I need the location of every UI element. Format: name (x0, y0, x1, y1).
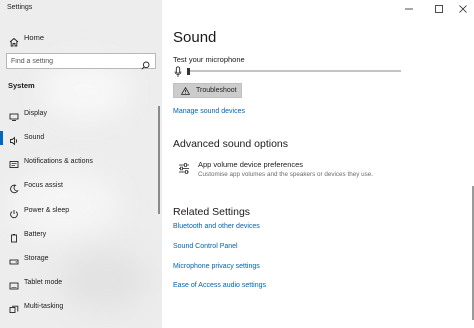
sidebar-item-label: Multi-tasking (24, 303, 64, 310)
sidebar-item-sound[interactable]: Sound (0, 128, 158, 148)
tablet-icon (9, 278, 19, 290)
search-field[interactable] (6, 53, 156, 70)
sidebar-item-battery[interactable]: Battery (0, 225, 158, 245)
mic-level-track (187, 70, 401, 72)
advanced-sound-options-heading: Advanced sound options (173, 138, 289, 150)
power-icon (9, 206, 19, 219)
sidebar-item-multitasking[interactable]: Multi-tasking (0, 297, 158, 317)
related-link-ease-of-access-audio[interactable]: Ease of Access audio settings (173, 282, 266, 289)
microphone-icon (174, 65, 182, 83)
storage-icon (9, 254, 19, 265)
moon-icon (9, 181, 19, 194)
sidebar-item-tablet-mode[interactable]: Tablet mode (0, 273, 158, 293)
display-icon (9, 109, 19, 121)
sidebar-item-label: Home (24, 33, 45, 42)
related-settings-heading: Related Settings (173, 206, 251, 218)
multitasking-icon (9, 302, 19, 313)
manage-sound-devices-link[interactable]: Manage sound devices (173, 108, 245, 115)
sidebar-section-label: System (8, 81, 35, 90)
sliders-icon (178, 161, 190, 179)
speaker-icon (9, 133, 19, 146)
warning-icon (180, 86, 191, 97)
related-link-sound-control-panel[interactable]: Sound Control Panel (173, 243, 238, 250)
mic-test-label: Test your microphone (173, 55, 245, 64)
home-icon (9, 34, 19, 52)
search-icon[interactable] (141, 57, 150, 75)
related-link-microphone-privacy[interactable]: Microphone privacy settings (173, 263, 260, 270)
sidebar-item-power-sleep[interactable]: Power & sleep (0, 201, 158, 221)
sidebar-item-label: Power & sleep (24, 207, 70, 214)
battery-icon (9, 230, 19, 243)
notifications-icon (9, 157, 19, 168)
troubleshoot-label: Troubleshoot (196, 87, 237, 94)
sidebar-item-notifications[interactable]: Notifications & actions (0, 152, 158, 172)
mic-level-meter (173, 65, 401, 77)
sidebar-item-label: Display (24, 110, 47, 117)
related-link-bluetooth[interactable]: Bluetooth and other devices (173, 223, 260, 230)
sidebar: Home System Display Sound Notifications … (0, 0, 162, 328)
page-title: Sound (173, 29, 217, 46)
mic-level-indicator (187, 68, 190, 75)
sidebar-scrollbar[interactable] (158, 106, 160, 214)
sidebar-item-label: Sound (24, 134, 45, 141)
sidebar-item-home[interactable]: Home (0, 30, 162, 47)
sidebar-item-label: Battery (24, 231, 47, 238)
main-content: Sound Test your microphone Troubleshoot … (162, 0, 474, 328)
sidebar-item-label: Notifications & actions (24, 158, 93, 165)
sidebar-item-display[interactable]: Display (0, 104, 158, 124)
app-volume-description: Customise app volumes and the speakers o… (198, 171, 374, 178)
sidebar-item-focus-assist[interactable]: Focus assist (0, 176, 158, 196)
sidebar-item-storage[interactable]: Storage (0, 249, 158, 269)
search-input[interactable] (11, 56, 136, 67)
app-volume-preferences-link[interactable]: App volume device preferences (198, 160, 303, 169)
sidebar-item-label: Focus assist (24, 182, 63, 189)
sidebar-item-label: Tablet mode (24, 279, 63, 286)
window-title: Settings (7, 4, 33, 11)
sidebar-item-label: Storage (24, 255, 49, 262)
troubleshoot-button[interactable]: Troubleshoot (173, 83, 242, 98)
